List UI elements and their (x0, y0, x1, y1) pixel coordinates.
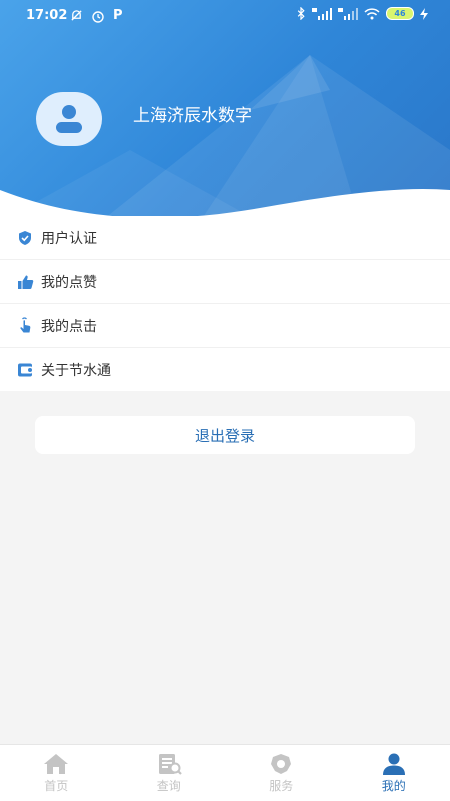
logout-button[interactable]: 退出登录 (35, 416, 415, 454)
menu-item-label: 我的点赞 (41, 272, 97, 292)
menu-item-user-auth[interactable]: 用户认证 (0, 216, 450, 260)
signal-hd-icon-2 (338, 8, 358, 20)
menu-item-my-likes[interactable]: 我的点赞 (0, 260, 450, 304)
alarm-icon (91, 9, 105, 23)
charging-icon (420, 8, 428, 20)
bluetooth-icon (296, 7, 306, 20)
tab-mine[interactable]: 我的 (338, 745, 450, 801)
battery-indicator: 46 (386, 7, 414, 20)
tab-label: 服务 (269, 777, 293, 794)
settings-menu: 用户认证 我的点赞 我的点击 关于节水通 (0, 216, 450, 391)
tab-label: 我的 (382, 777, 406, 794)
tab-label: 查询 (157, 777, 181, 794)
profile-header: 17:02 P (0, 0, 450, 222)
thumbs-up-icon (16, 273, 34, 291)
status-bar: 17:02 P (0, 0, 450, 30)
bottom-tab-bar: 首页 查询 服务 我的 (0, 744, 450, 801)
menu-item-my-clicks[interactable]: 我的点击 (0, 304, 450, 348)
wifi-icon (364, 8, 380, 20)
avatar[interactable] (36, 92, 102, 146)
user-avatar-icon (52, 102, 86, 136)
home-icon (43, 753, 69, 775)
tap-hand-icon (16, 317, 34, 335)
query-icon (156, 753, 182, 775)
user-icon (381, 753, 407, 775)
username: 上海济辰水数字 (133, 101, 252, 126)
parking-p-icon: P (113, 8, 123, 23)
info-card-icon (16, 361, 34, 379)
tab-home[interactable]: 首页 (0, 745, 113, 801)
menu-item-label: 关于节水通 (41, 360, 111, 380)
signal-hd-icon-1 (312, 8, 332, 20)
shield-check-icon (16, 229, 34, 247)
service-icon (268, 753, 294, 775)
menu-item-label: 用户认证 (41, 228, 97, 248)
tab-service[interactable]: 服务 (225, 745, 338, 801)
menu-item-about[interactable]: 关于节水通 (0, 348, 450, 391)
tab-query[interactable]: 查询 (113, 745, 226, 801)
menu-item-label: 我的点击 (41, 316, 97, 336)
notification-off-icon (70, 9, 83, 22)
status-time: 17:02 (26, 8, 67, 23)
tab-label: 首页 (44, 777, 68, 794)
